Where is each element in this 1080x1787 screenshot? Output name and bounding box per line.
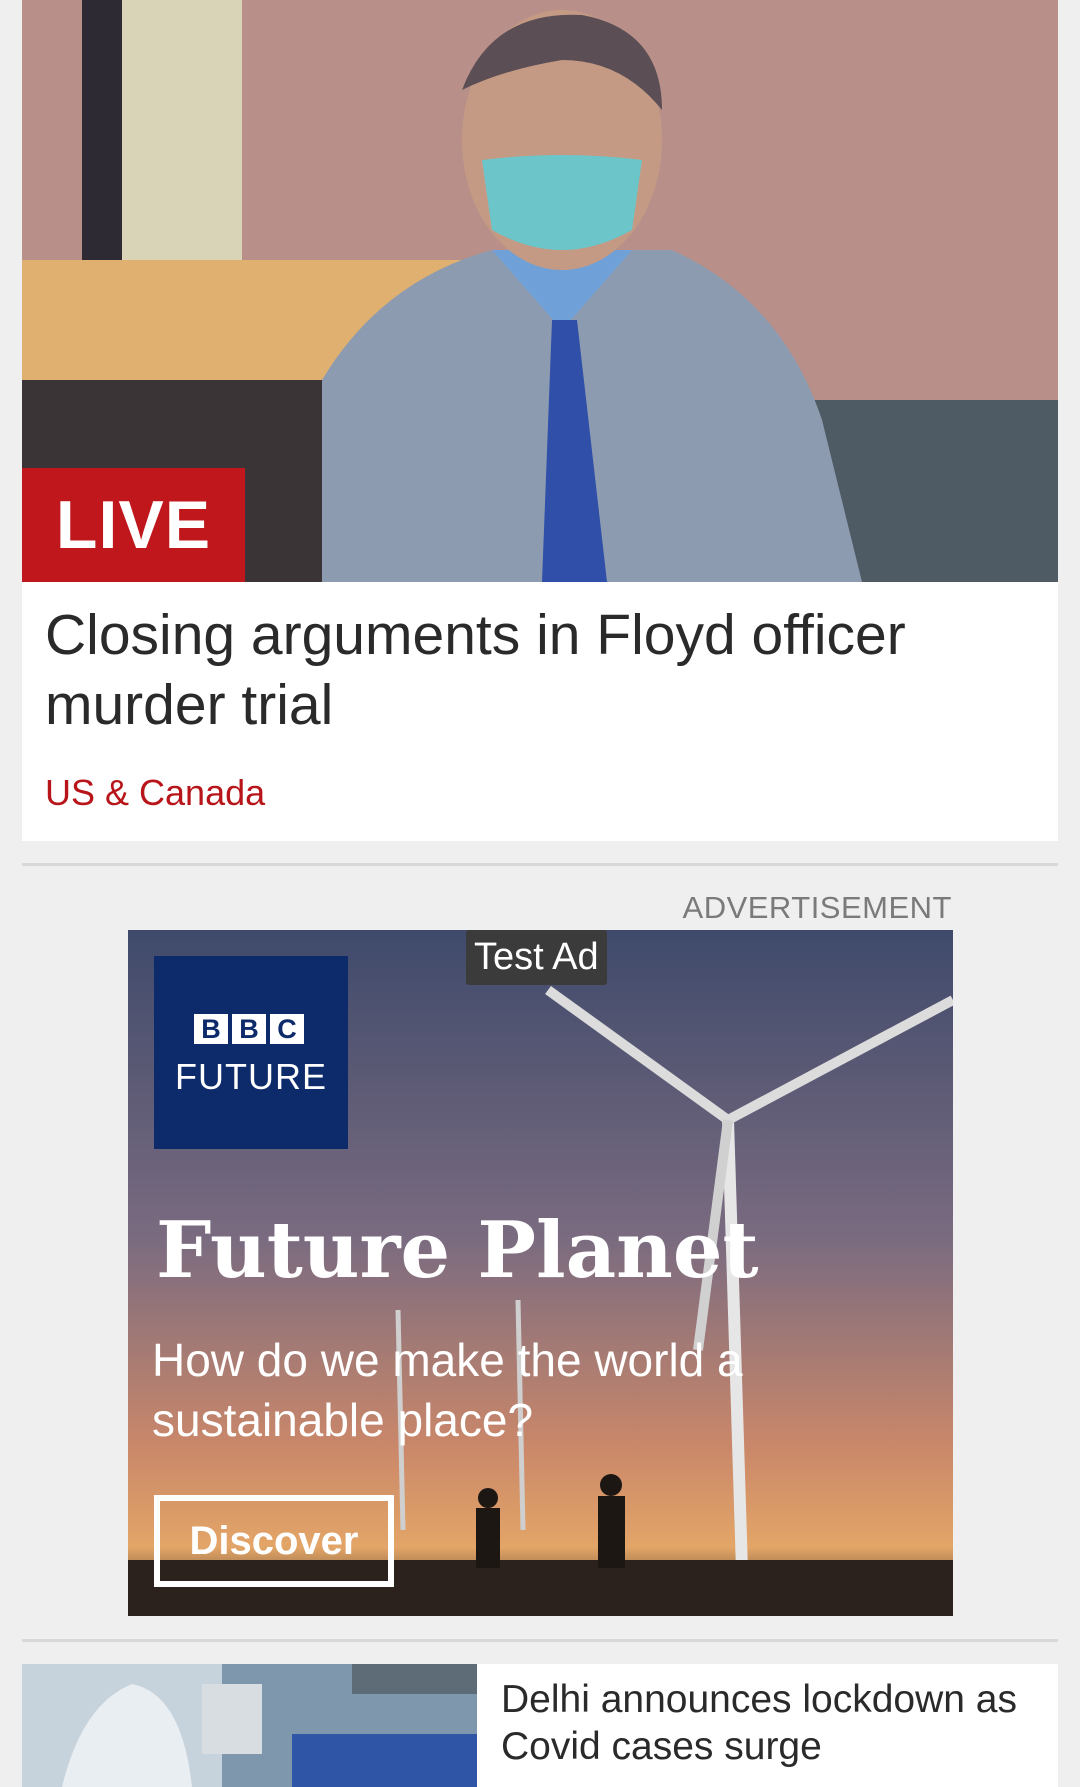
advertisement-banner[interactable]: Test Ad B B C FUTURE Future Planet How d… bbox=[128, 930, 953, 1616]
ad-headline: Future Planet bbox=[156, 1205, 759, 1296]
section-divider bbox=[22, 1639, 1058, 1642]
test-ad-tag: Test Ad bbox=[466, 930, 607, 985]
hospital-photo-image bbox=[22, 1664, 477, 1787]
ad-subtext: How do we make the world a sustainable p… bbox=[152, 1334, 743, 1446]
top-story-section-link[interactable]: US & Canada bbox=[45, 772, 265, 814]
live-badge: LIVE bbox=[22, 468, 245, 582]
top-story-card[interactable]: LIVE Closing arguments in Floyd officer … bbox=[22, 0, 1058, 841]
section-divider bbox=[22, 863, 1058, 866]
bbc-future-label: FUTURE bbox=[175, 1056, 327, 1097]
advertisement-label: ADVERTISEMENT bbox=[682, 890, 952, 925]
court-sketch-image: LIVE bbox=[22, 0, 1058, 582]
bbc-logo-block: B bbox=[194, 1014, 228, 1044]
story-card[interactable]: Delhi announces lockdown as Covid cases … bbox=[22, 1664, 1058, 1787]
discover-button[interactable]: Discover bbox=[154, 1495, 394, 1587]
top-story-headline[interactable]: Closing arguments in Floyd officer murde… bbox=[45, 600, 1035, 740]
bbc-logo-block: B bbox=[232, 1014, 266, 1044]
bbc-future-logo: B B C FUTURE bbox=[154, 956, 348, 1149]
bbc-logo-block: C bbox=[270, 1014, 304, 1044]
story-headline[interactable]: Delhi announces lockdown as Covid cases … bbox=[501, 1676, 1041, 1770]
